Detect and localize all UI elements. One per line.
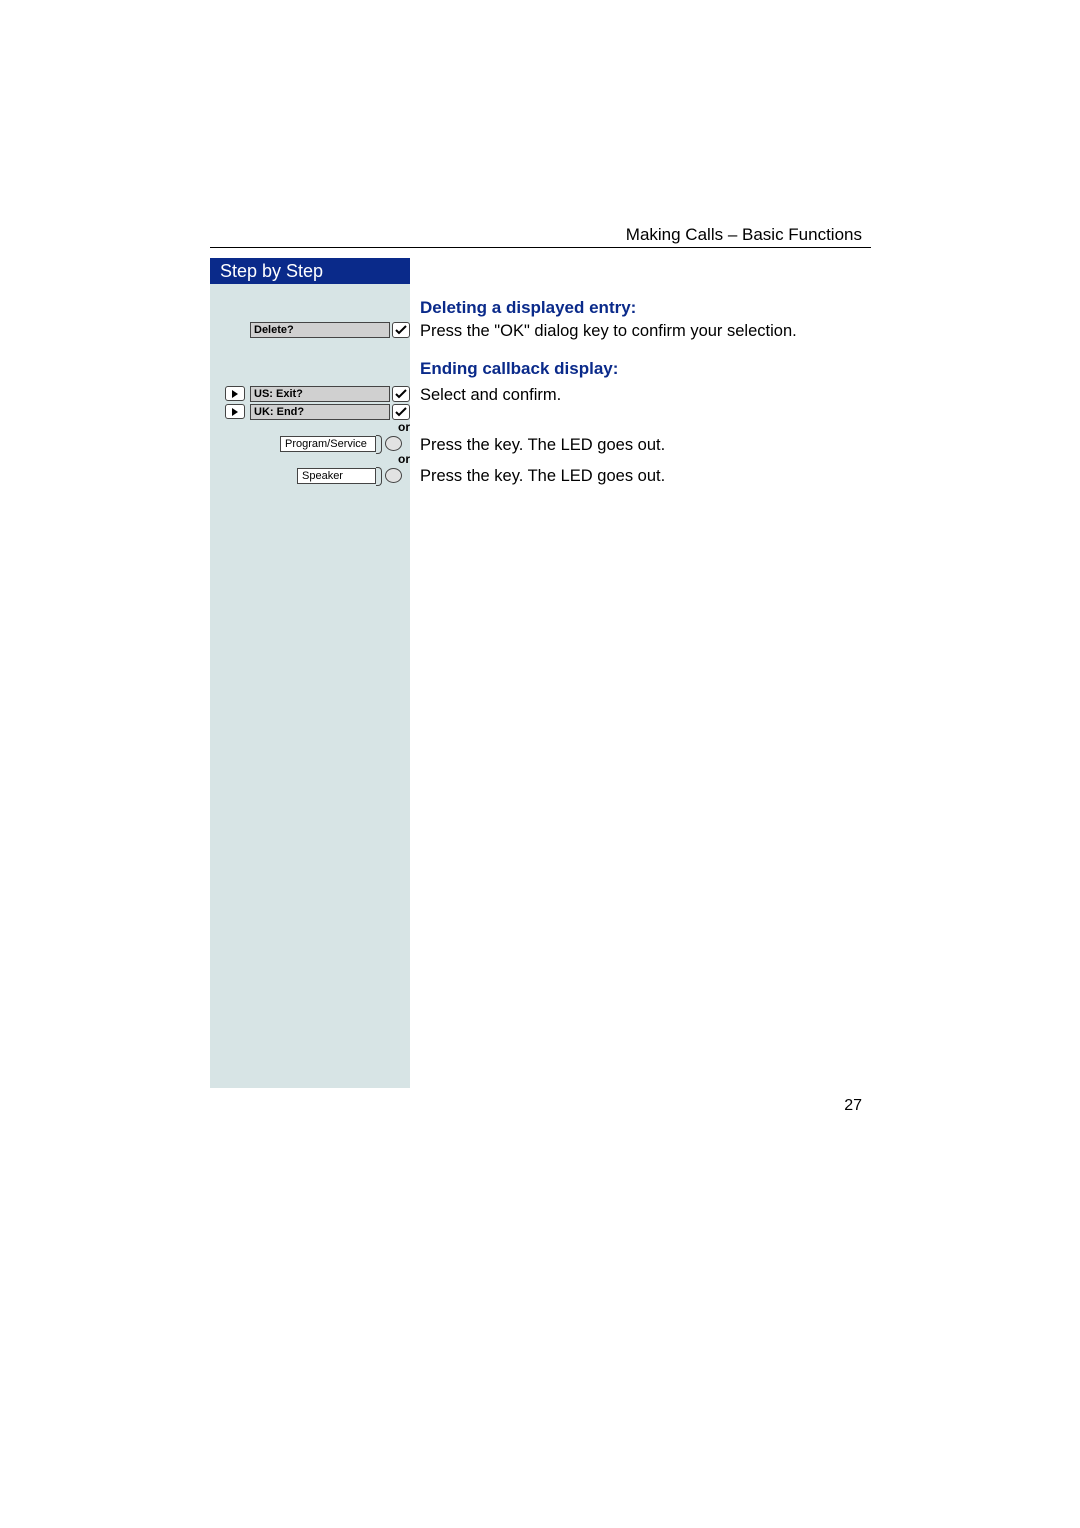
led-icon	[385, 468, 402, 483]
led-icon	[385, 436, 402, 451]
connector-or: or	[398, 452, 410, 466]
ok-checkmark-icon	[392, 404, 410, 420]
header-rule	[210, 247, 871, 248]
text-confirm-ok: Press the "OK" dialog key to confirm you…	[420, 322, 797, 341]
sidebar-title: Step by Step	[210, 258, 410, 284]
display-delete: Delete?	[250, 322, 390, 338]
text-press-led-1: Press the key. The LED goes out.	[420, 436, 665, 455]
text-select-confirm: Select and confirm.	[420, 386, 561, 405]
heading-deleting-entry: Deleting a displayed entry:	[420, 298, 636, 318]
running-header: Making Calls – Basic Functions	[626, 225, 862, 245]
page-number: 27	[844, 1097, 862, 1115]
page: Making Calls – Basic Functions Step by S…	[0, 0, 1080, 1528]
ok-checkmark-icon	[392, 386, 410, 402]
ok-checkmark-icon	[392, 322, 410, 338]
step-sidebar: Step by Step	[210, 258, 410, 1088]
scroll-arrow-icon	[225, 386, 245, 401]
key-end-cap	[376, 467, 382, 486]
display-us-exit: US: Exit?	[250, 386, 390, 402]
heading-ending-callback: Ending callback display:	[420, 359, 618, 379]
display-uk-end: UK: End?	[250, 404, 390, 420]
connector-or: or	[398, 420, 410, 434]
scroll-arrow-icon	[225, 404, 245, 419]
key-end-cap	[376, 435, 382, 454]
key-program-service: Program/Service	[280, 436, 376, 452]
text-press-led-2: Press the key. The LED goes out.	[420, 467, 665, 486]
key-speaker: Speaker	[297, 468, 376, 484]
